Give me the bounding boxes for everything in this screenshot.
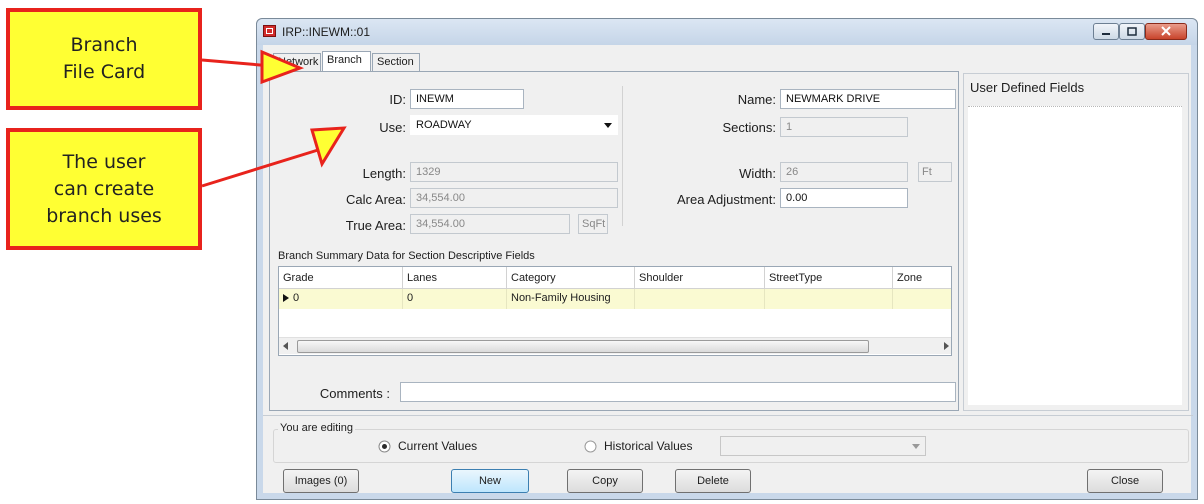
arrow-file-card: [201, 49, 305, 85]
callout-arrows: [201, 49, 347, 188]
arrow-create-uses: [201, 126, 347, 188]
